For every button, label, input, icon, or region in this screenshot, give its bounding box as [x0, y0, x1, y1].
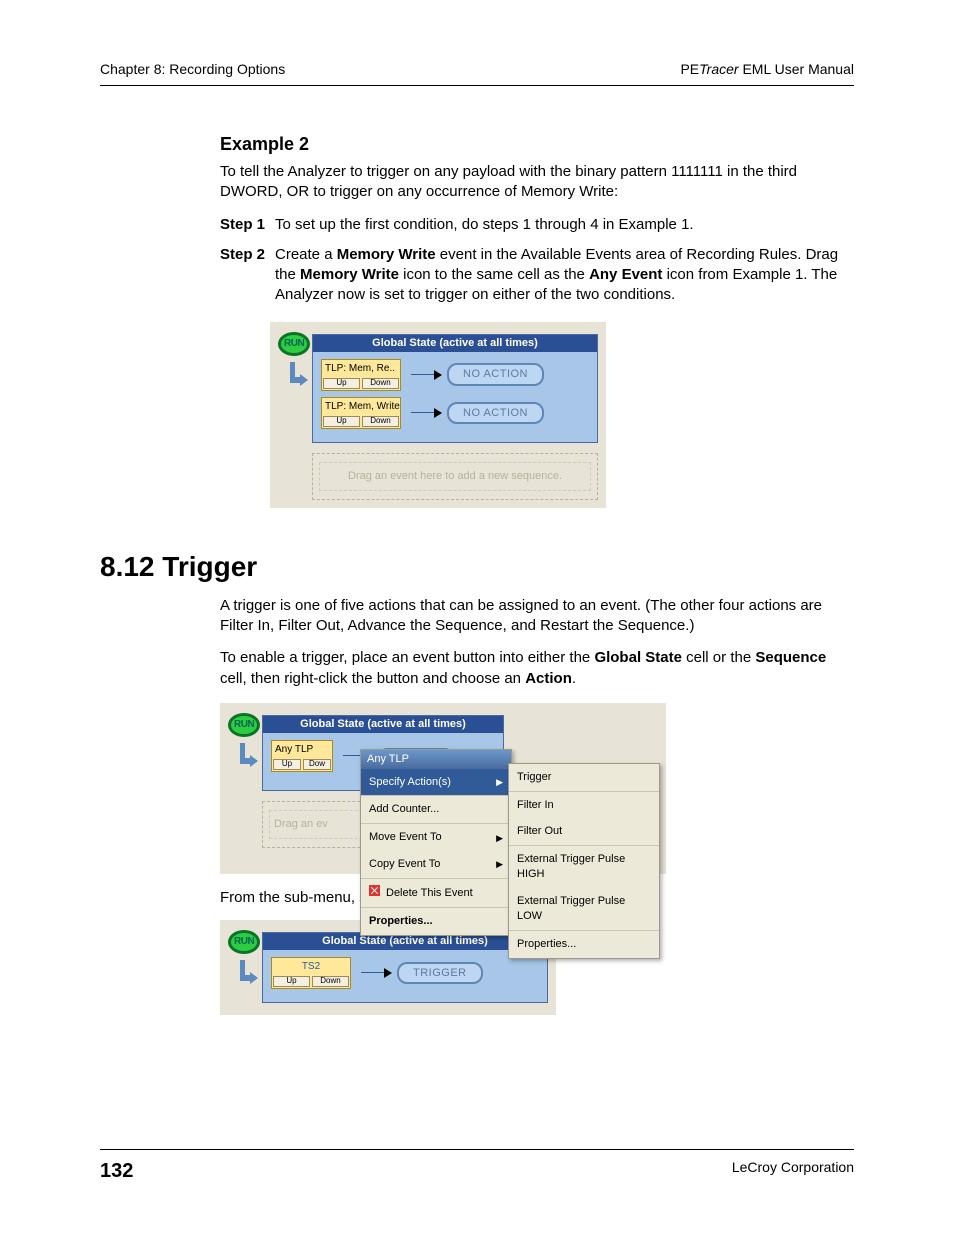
example-intro: To tell the Analyzer to trigger on any p… [220, 162, 854, 203]
action-pill[interactable]: NO ACTION [447, 363, 544, 386]
section-p2: To enable a trigger, place an event butt… [220, 648, 854, 689]
submenu-item-properties[interactable]: Properties... [509, 931, 659, 958]
section-heading: 8.12 Trigger [100, 548, 854, 586]
step-1: Step 1 To set up the first condition, do… [220, 215, 854, 235]
footer-corp: LeCroy Corporation [732, 1158, 854, 1185]
event-row: TLP: Mem, Re.. Up Down NO ACTION [321, 359, 589, 391]
event-tile[interactable]: Any TLP Up Dow [271, 740, 333, 772]
section-body: A trigger is one of five actions that ca… [100, 596, 854, 1015]
connector-arrow-icon [411, 412, 441, 413]
figure-2: RUN Global State (active at all times) A… [220, 703, 666, 874]
step-1-body: To set up the first condition, do steps … [275, 215, 854, 235]
page-header: Chapter 8: Recording Options PETracer EM… [100, 60, 854, 86]
section-p1: A trigger is one of five actions that ca… [220, 596, 854, 637]
up-button[interactable]: Up [323, 378, 360, 389]
submenu-arrow-icon: ▶ [496, 858, 503, 870]
run-badge: RUN [278, 332, 310, 356]
actions-submenu: Trigger Filter In Filter Out External Tr… [508, 763, 660, 959]
event-row: TS2 Up Down TRIGGER [271, 957, 539, 989]
figure-1: RUN Global State (active at all times) T… [270, 322, 606, 508]
menu-item-copy-event[interactable]: Copy Event To▶ [361, 851, 511, 878]
step-2-label: Step 2 [220, 245, 275, 306]
submenu-item-trigger[interactable]: Trigger [509, 764, 659, 791]
example-heading: Example 2 [220, 132, 854, 156]
submenu-item-ext-trig-low[interactable]: External Trigger Pulse LOW [509, 888, 659, 930]
submenu-arrow-icon: ▶ [496, 832, 503, 844]
submenu-item-filter-in[interactable]: Filter In [509, 792, 659, 819]
run-badge: RUN [228, 930, 260, 954]
connector-arrow-icon [361, 972, 391, 973]
page-number: 132 [100, 1158, 133, 1185]
submenu-arrow-icon: ▶ [496, 776, 503, 788]
enter-arrow-icon [240, 960, 258, 990]
down-button[interactable]: Down [312, 976, 349, 987]
event-tile[interactable]: TS2 Up Down [271, 957, 351, 989]
submenu-item-filter-out[interactable]: Filter Out [509, 818, 659, 845]
run-badge: RUN [228, 713, 260, 737]
action-pill-trigger[interactable]: TRIGGER [397, 962, 483, 985]
menu-item-properties[interactable]: Properties... [361, 908, 511, 935]
down-button[interactable]: Dow [303, 759, 331, 770]
global-state-title: Global State (active at all times) [263, 716, 503, 733]
enter-arrow-icon [290, 362, 308, 392]
global-state-title: Global State (active at all times) [313, 335, 597, 352]
page-footer: 132 LeCroy Corporation [100, 1149, 854, 1185]
menu-item-add-counter[interactable]: Add Counter... [361, 796, 511, 823]
context-menu: Any TLP Specify Action(s)▶ Add Counter..… [360, 749, 512, 936]
menu-item-move-event[interactable]: Move Event To▶ [361, 824, 511, 851]
sequence-dropzone[interactable]: Drag an event here to add a new sequence… [312, 453, 598, 500]
event-tile[interactable]: TLP: Mem, Write Up Down [321, 397, 401, 429]
up-button[interactable]: Up [273, 759, 301, 770]
content-column: Example 2 To tell the Analyzer to trigge… [100, 132, 854, 508]
down-button[interactable]: Down [362, 378, 399, 389]
event-row: TLP: Mem, Write Up Down NO ACTION [321, 397, 589, 429]
up-button[interactable]: Up [323, 416, 360, 427]
submenu-item-ext-trig-high[interactable]: External Trigger Pulse HIGH [509, 846, 659, 888]
header-left: Chapter 8: Recording Options [100, 60, 285, 79]
global-state-panel: Global State (active at all times) TLP: … [312, 334, 598, 443]
step-1-label: Step 1 [220, 215, 275, 235]
enter-arrow-icon [240, 743, 258, 773]
header-right: PETracer EML User Manual [680, 60, 854, 79]
step-2: Step 2 Create a Memory Write event in th… [220, 245, 854, 306]
context-menu-title: Any TLP [361, 750, 511, 769]
step-2-body: Create a Memory Write event in the Avail… [275, 245, 854, 306]
menu-item-specify-actions[interactable]: Specify Action(s)▶ [361, 769, 511, 796]
event-tile[interactable]: TLP: Mem, Re.. Up Down [321, 359, 401, 391]
action-pill[interactable]: NO ACTION [447, 402, 544, 425]
down-button[interactable]: Down [362, 416, 399, 427]
global-state-panel: Global State (active at all times) TS2 U… [262, 932, 548, 1003]
delete-icon [369, 885, 380, 896]
menu-item-delete-event[interactable]: Delete This Event [361, 879, 511, 907]
up-button[interactable]: Up [273, 976, 310, 987]
connector-arrow-icon [411, 374, 441, 375]
